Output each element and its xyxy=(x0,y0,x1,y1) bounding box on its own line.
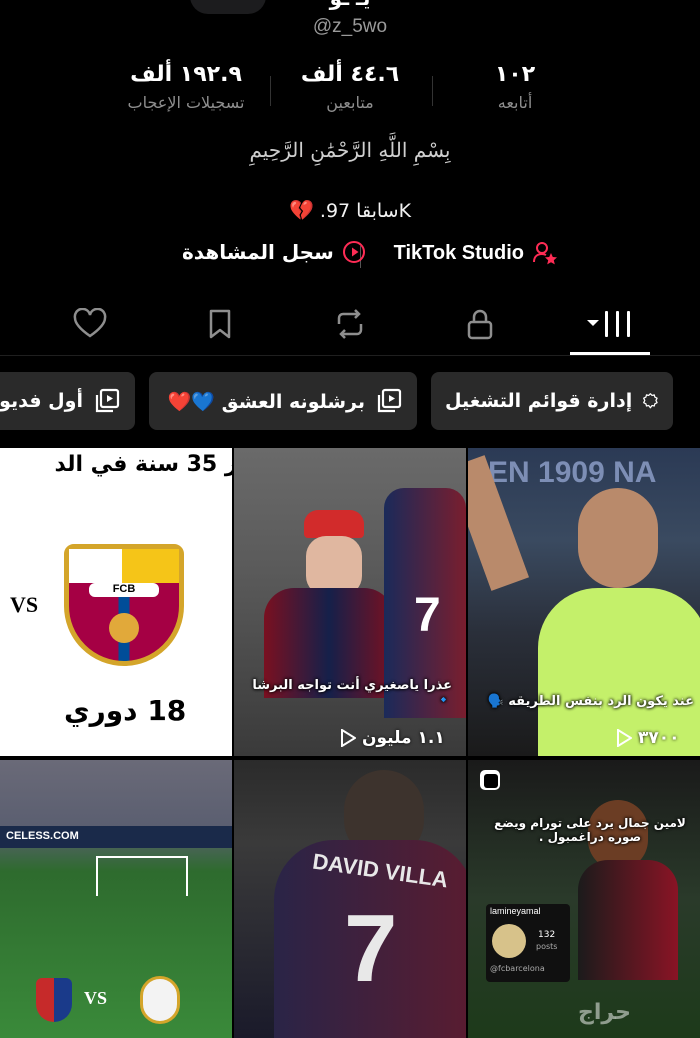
watermark: حراج xyxy=(578,1000,631,1025)
repost-icon xyxy=(337,309,363,339)
pinned-icon xyxy=(480,770,500,790)
watch-history-label: سجل المشاهدة xyxy=(182,240,334,264)
view-count-value: ١.١ مليون xyxy=(362,728,445,748)
crest-top-art xyxy=(69,549,179,583)
likes-count: ١٩٢.٩ ألف xyxy=(130,62,242,87)
username: @z_5wo xyxy=(312,16,388,37)
playlist-chips: إدارة قوائم التشغيل برشلونه العشق 💙❤️ أو… xyxy=(0,372,700,432)
tab-videos[interactable] xyxy=(560,296,660,352)
play-icon xyxy=(341,729,356,747)
fcb-crest-art: FCB xyxy=(64,544,184,666)
video-caption: عذرا ياصغيري أنت تواجه البرشا 🔹 xyxy=(252,678,452,708)
real-madrid-crest-art xyxy=(140,976,180,1024)
profile-links: TikTok Studio سجل المشاهدة xyxy=(0,240,700,274)
instagram-posts-count: 132 xyxy=(538,930,556,940)
video-caption: لامين جمال يرد على تورام ويضع صوره دراغم… xyxy=(494,816,686,844)
video-thumbnail[interactable]: CELESS.COM VS xyxy=(0,760,232,1038)
instagram-avatar xyxy=(492,924,526,958)
crest-badge: FCB xyxy=(89,583,159,597)
atletico-crest-art xyxy=(36,978,72,1022)
video-thumbnail[interactable]: لامين جمال يرد على تورام ويضع صوره دراغم… xyxy=(468,760,700,1038)
boy-face-art xyxy=(306,536,362,596)
tab-private[interactable] xyxy=(430,296,530,352)
playlist-chip-barca[interactable]: برشلونه العشق 💙❤️ xyxy=(149,372,417,430)
instagram-sub: @fcbarcelona xyxy=(490,964,545,973)
tiktok-studio-link[interactable]: TikTok Studio xyxy=(394,240,558,266)
play-icon xyxy=(617,729,632,747)
watch-history-link[interactable]: سجل المشاهدة xyxy=(182,240,366,264)
view-count: ٣٧٠٠ xyxy=(616,728,680,748)
manage-playlists-label: إدارة قوائم التشغيل xyxy=(445,390,633,412)
top-pill[interactable] xyxy=(190,0,266,14)
tab-reposts[interactable] xyxy=(300,296,400,352)
tab-liked[interactable] xyxy=(40,296,140,352)
bio-text-line: 💔 .سابقا 97K xyxy=(0,198,700,222)
profile-tabs xyxy=(0,296,700,356)
heart-icon xyxy=(73,308,107,338)
video-thumbnail[interactable]: EN 1909 NA عند يكون الرد بنفس الطريقه 🗣️… xyxy=(468,448,700,756)
instagram-handle: lamineyamal xyxy=(490,906,541,916)
grid-sort-icon xyxy=(587,311,630,337)
vs-label: VS xyxy=(10,592,39,617)
instagram-card: lamineyamal 132 posts @fcbarcelona xyxy=(486,904,570,982)
creator-star-icon xyxy=(533,242,557,265)
bookmark-icon xyxy=(209,309,231,339)
bio-bismillah: بِسْمِ اللَّهِ الرَّحْمَٰنِ الرَّحِيمِ xyxy=(249,138,451,162)
stat-likes[interactable]: ١٩٢.٩ ألف تسجيلات الإعجاب xyxy=(86,62,286,112)
shirt-number-art: 7 xyxy=(414,589,441,642)
video-thumbnail[interactable]: 7 عذرا ياصغيري أنت تواجه البرشا 🔹 ١.١ مل… xyxy=(234,448,466,756)
video-thumbnail[interactable]: اخر 35 سنة في الد FCB VS 18 دوري xyxy=(0,448,232,756)
stats-row: ١٠٢ أتابعه ٤٤.٦ ألف متابعين ١٩٢.٩ ألف تس… xyxy=(0,62,700,132)
player-number-art: 7 xyxy=(344,895,398,1002)
video-thumbnail[interactable]: DAVID VILLA 7 xyxy=(234,760,466,1038)
boy-cap-art xyxy=(304,510,364,538)
manage-playlists-chip[interactable]: إدارة قوائم التشغيل xyxy=(431,372,673,430)
ad-banner: CELESS.COM xyxy=(0,826,232,848)
bio-text: .سابقا 97K xyxy=(319,200,412,222)
active-tab-indicator xyxy=(570,352,650,355)
crest-ball-art xyxy=(109,613,139,643)
view-count: ١.١ مليون xyxy=(340,728,445,748)
playlist-chip-label: برشلونه العشق 💙❤️ xyxy=(167,390,365,413)
video-caption: عند يكون الرد بنفس الطريقه 🗣️ xyxy=(487,694,694,709)
profile-name: يـ ـو xyxy=(290,0,410,10)
playlist-icon xyxy=(95,388,120,413)
goal-frame-art xyxy=(96,856,188,896)
playlist-icon xyxy=(377,388,402,413)
video-grid: EN 1909 NA عند يكون الرد بنفس الطريقه 🗣️… xyxy=(0,448,700,1038)
vs-label: VS xyxy=(84,988,108,1008)
background-banner-art: EN 1909 NA xyxy=(488,456,657,489)
play-circle-icon xyxy=(342,241,365,263)
likes-label: تسجيلات الإعجاب xyxy=(127,93,245,112)
player-head-art xyxy=(578,488,658,588)
instagram-posts-label: posts xyxy=(536,942,558,951)
gear-icon xyxy=(643,393,658,409)
tab-favorites[interactable] xyxy=(170,296,270,352)
video-caption: اخر 35 سنة في الد xyxy=(54,452,232,477)
league-count: 18 دوري xyxy=(64,694,187,727)
tiktok-studio-label: TikTok Studio xyxy=(393,241,524,264)
view-count-value: ٣٧٠٠ xyxy=(638,728,680,748)
playlist-chip-label: أول فديو xyxy=(0,390,83,412)
lock-icon xyxy=(467,309,493,340)
player-kit-art xyxy=(578,860,678,980)
broken-heart-icon: 💔 xyxy=(288,198,314,222)
playlist-chip-first[interactable]: أول فديو xyxy=(0,372,135,430)
